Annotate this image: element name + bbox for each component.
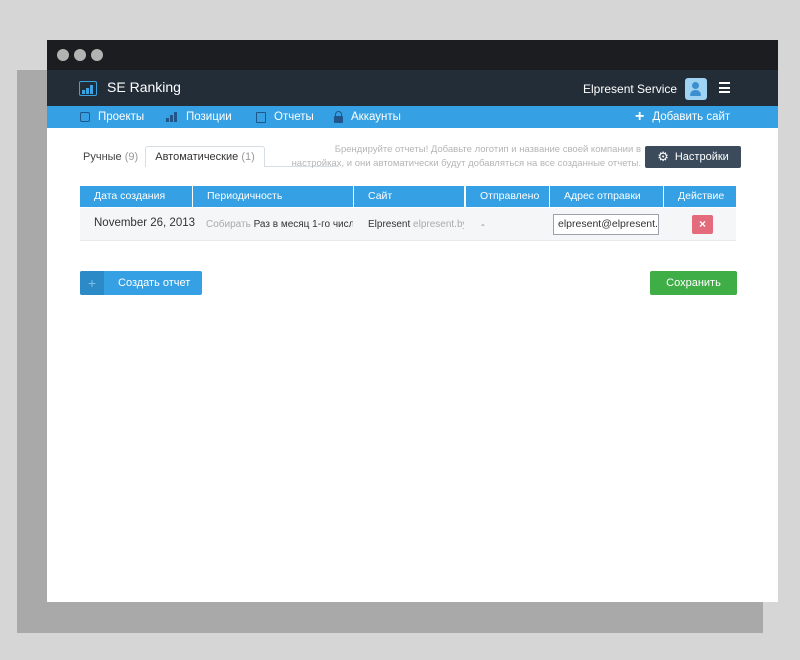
main-nav: Проекты Позиции Отчеты Аккаунты + Добави…: [47, 106, 778, 128]
email-field[interactable]: elpresent@elpresent.by: [553, 214, 659, 235]
nav-item-projects[interactable]: Проекты: [80, 106, 144, 128]
nav-item-label: Аккаунты: [351, 111, 401, 123]
account-name[interactable]: Elpresent Service: [583, 82, 677, 96]
tab-label: Ручные: [83, 151, 122, 163]
add-site-label: Добавить сайт: [652, 111, 731, 123]
column-header-date: Дата создания: [80, 186, 192, 207]
plus-icon: +: [635, 108, 645, 125]
row-date: November 26, 2013: [94, 217, 196, 229]
branding-hint: Брендируйте отчеты! Добавьте логотип и н…: [291, 144, 641, 169]
gear-icon: ⚙: [657, 149, 669, 164]
tab-automatic[interactable]: Автоматические (1): [145, 146, 265, 167]
period-value[interactable]: Раз в месяц 1-го числа: [254, 219, 353, 230]
tab-label: Автоматические: [155, 151, 239, 163]
site-domain: elpresent.by: [413, 219, 464, 230]
column-header-action: Действие: [664, 186, 736, 207]
window-titlebar: [47, 40, 778, 70]
tab-manual[interactable]: Ручные (9): [83, 151, 138, 163]
reports-icon: [256, 111, 266, 123]
tab-count: (9): [124, 151, 139, 163]
delete-button[interactable]: ×: [692, 215, 713, 234]
row-period: Собирать Раз в месяц 1-го числа: [206, 219, 353, 230]
app-header: SE Ranking Elpresent Service: [47, 70, 778, 106]
lock-icon: [334, 110, 343, 123]
settings-label: Настройки: [674, 151, 729, 163]
nav-item-positions[interactable]: Позиции: [166, 106, 232, 128]
window-close-dot[interactable]: [57, 49, 69, 61]
projects-icon: [80, 112, 90, 122]
add-site-button[interactable]: + Добавить сайт: [635, 106, 730, 128]
column-header-period: Периодичность: [193, 186, 353, 207]
user-avatar-icon[interactable]: [685, 78, 707, 100]
row-site: Elpresent elpresent.by: [368, 219, 464, 230]
plus-icon: +: [80, 271, 104, 295]
brand-name: Ranking: [129, 79, 181, 95]
nav-item-label: Позиции: [186, 111, 232, 123]
window-minimize-dot[interactable]: [74, 49, 86, 61]
nav-item-label: Проекты: [98, 111, 145, 123]
settings-button[interactable]: ⚙ Настройки: [645, 146, 741, 168]
brand-logo[interactable]: SE Ranking: [107, 79, 181, 95]
brand-prefix: SE: [107, 79, 126, 95]
browser-window: SE Ranking Elpresent Service Проекты Поз…: [47, 40, 778, 602]
save-button[interactable]: Сохранить: [650, 271, 737, 295]
column-header-email: Адрес отправки: [550, 186, 663, 207]
period-prefix: Собирать: [206, 219, 251, 230]
column-header-site: Сайт: [354, 186, 464, 207]
menu-icon[interactable]: [719, 82, 730, 93]
tab-count: (1): [241, 151, 255, 163]
nav-item-label: Отчеты: [274, 111, 314, 123]
nav-item-accounts[interactable]: Аккаунты: [334, 106, 401, 128]
site-name: Elpresent: [368, 219, 411, 230]
column-header-sent: Отправлено: [466, 186, 549, 207]
window-maximize-dot[interactable]: [91, 49, 103, 61]
row-sent: -: [481, 219, 485, 231]
bar-chart-logo-icon: [79, 81, 97, 96]
create-report-label: Создать отчет: [118, 277, 191, 289]
create-report-button[interactable]: + Создать отчет: [80, 271, 202, 295]
positions-icon: [166, 112, 178, 122]
nav-item-reports[interactable]: Отчеты: [256, 106, 314, 128]
